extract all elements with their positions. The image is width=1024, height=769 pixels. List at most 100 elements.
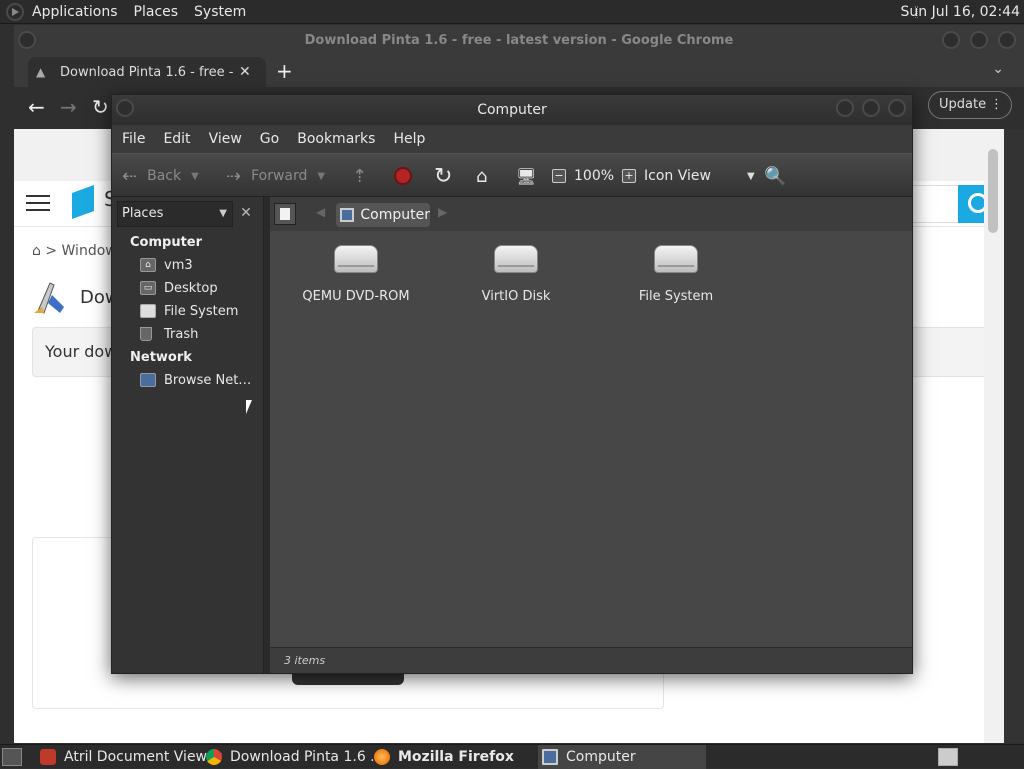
desktop-folder-icon: ▭ [140, 281, 156, 295]
forward-arrow-icon[interactable]: → [60, 95, 77, 119]
page-scrollbar[interactable] [984, 129, 1004, 743]
pinta-favicon-icon: ▲ [36, 65, 46, 79]
scrollbar-thumb[interactable] [988, 149, 998, 233]
menu-view[interactable]: View [209, 131, 242, 147]
forward-button[interactable]: ⇢ Forward ▼ [226, 154, 325, 198]
maximize-icon[interactable] [970, 31, 988, 49]
task-chrome[interactable]: Download Pinta 1.6 ... [206, 745, 384, 769]
search-button[interactable]: 🔍 [764, 154, 796, 198]
network-icon [140, 373, 156, 387]
task-atril[interactable]: Atril Document Viewer [40, 745, 221, 769]
breadcrumb[interactable]: ⌂ > Window [32, 243, 117, 259]
sidebar-type-select[interactable]: Places ▼ [117, 201, 233, 227]
path-left-arrow-icon[interactable]: ◀ [316, 205, 325, 219]
new-tab-icon[interactable]: + [276, 59, 293, 83]
sidebar-item-desktop[interactable]: ▭ Desktop [140, 278, 218, 298]
chrome-titlebar: Download Pinta 1.6 - free - latest versi… [14, 25, 1024, 57]
menu-bookmarks[interactable]: Bookmarks [297, 131, 375, 147]
view-mode-label: Icon View [644, 168, 711, 184]
back-label: Back [147, 168, 182, 184]
back-arrow-icon[interactable]: ← [28, 95, 45, 119]
drive-icon [140, 304, 156, 318]
menu-help[interactable]: Help [393, 131, 425, 147]
places-menu[interactable]: Places [134, 4, 179, 20]
menu-edit[interactable]: Edit [163, 131, 190, 147]
task-computer[interactable]: Computer [538, 745, 706, 769]
update-button[interactable]: Update ⋮ [928, 91, 1012, 119]
up-button[interactable]: ⇡ [352, 154, 377, 198]
computer-icon [340, 208, 355, 222]
task-firefox[interactable]: Mozilla Firefox [374, 745, 514, 769]
back-history-chevron-icon[interactable]: ▼ [191, 171, 199, 182]
home-button[interactable]: ⌂ [476, 154, 497, 198]
sidebar-close-icon[interactable]: ✕ [236, 203, 256, 223]
forward-arrow-icon: ⇢ [226, 165, 242, 187]
edit-location-icon[interactable] [274, 203, 296, 225]
task-label: Mozilla Firefox [398, 749, 514, 765]
file-manager-body: Places ▼ ✕ Computer ⌂ vm3 ▭ Desktop File… [112, 197, 912, 673]
sidebar-item-trash[interactable]: Trash [140, 324, 198, 344]
close-icon[interactable] [888, 99, 906, 117]
applications-menu[interactable]: Applications [32, 4, 118, 20]
chevron-down-icon: ▼ [219, 208, 227, 219]
view-mode-select[interactable]: Icon View ▼ [644, 154, 755, 198]
download-notice-text: Your dow [45, 342, 118, 361]
item-count: 3 items [284, 654, 326, 667]
system-menu[interactable]: System [194, 4, 246, 20]
sidebar-item-vm3[interactable]: ⌂ vm3 [140, 255, 193, 275]
show-desktop-icon[interactable] [2, 748, 22, 766]
window-menu-icon[interactable] [18, 31, 36, 49]
menu-file[interactable]: File [122, 131, 145, 147]
breadcrumb-text[interactable]: > Window [45, 243, 116, 259]
stop-icon [394, 167, 412, 185]
stop-button[interactable] [394, 154, 412, 198]
zoom-in-icon[interactable]: + [622, 169, 637, 183]
taskbar: Atril Document Viewer Download Pinta 1.6… [0, 744, 1024, 769]
chrome-window-title: Download Pinta 1.6 - free - latest versi… [304, 33, 734, 48]
forward-label: Forward [251, 168, 308, 184]
hamburger-menu-icon[interactable] [26, 195, 50, 211]
hard-disk-icon [654, 245, 698, 273]
back-button[interactable]: ⇠ Back ▼ [122, 154, 199, 198]
tab-search-chevron-icon[interactable]: ⌄ [992, 61, 1004, 77]
reload-button[interactable]: ↻ [434, 154, 462, 198]
window-menu-icon[interactable] [116, 99, 134, 117]
atril-icon [40, 749, 56, 765]
reload-icon[interactable]: ↻ [92, 95, 109, 119]
zoom-level: 100% [574, 168, 615, 184]
tab-close-icon[interactable]: ✕ [239, 64, 251, 80]
sidebar-type-label: Places [122, 206, 164, 221]
sidebar-header-computer: Computer [130, 235, 203, 250]
workspace-switcher[interactable] [938, 748, 958, 766]
zoom-out-icon[interactable]: − [552, 169, 566, 183]
drive-item-qemu-dvd-rom[interactable]: QEMU DVD-ROM [286, 245, 426, 304]
reload-icon: ↻ [434, 163, 453, 189]
file-manager-window: Computer File Edit View Go Bookmarks Hel… [111, 94, 913, 674]
menu-go[interactable]: Go [260, 131, 279, 147]
sidebar-item-file-system[interactable]: File System [140, 301, 238, 321]
drive-item-file-system[interactable]: File System [606, 245, 746, 304]
kebab-menu-icon[interactable]: ⋮ [990, 92, 1003, 118]
mouse-cursor-icon [246, 400, 252, 414]
path-right-arrow-icon[interactable]: ▶ [438, 205, 447, 219]
forward-history-chevron-icon[interactable]: ▼ [317, 171, 325, 182]
chrome-tabstrip: ▲ Download Pinta 1.6 - free - lat ✕ + ⌄ [14, 57, 1024, 87]
gnome-foot-icon[interactable] [6, 2, 24, 21]
chrome-tab[interactable]: ▲ Download Pinta 1.6 - free - lat ✕ [28, 57, 266, 87]
sidebar-item-label: Desktop [164, 280, 218, 296]
close-icon[interactable] [998, 31, 1016, 49]
icon-view[interactable]: QEMU DVD-ROM VirtIO Disk File System [270, 231, 912, 647]
clock[interactable]: Sun Jul 16, 02:44 [901, 4, 1021, 20]
sidebar-item-browse-network[interactable]: Browse Net… [140, 370, 251, 390]
computer-button[interactable]: 🖥 [516, 154, 546, 198]
minimize-icon[interactable] [836, 99, 854, 117]
minimize-icon[interactable] [942, 31, 960, 49]
pinta-app-icon [34, 282, 64, 314]
menubar: File Edit View Go Bookmarks Help [112, 125, 912, 153]
maximize-icon[interactable] [862, 99, 880, 117]
drive-item-virtio-disk[interactable]: VirtIO Disk [446, 245, 586, 304]
back-arrow-icon: ⇠ [122, 165, 138, 187]
task-label: Computer [566, 749, 636, 765]
path-button-computer[interactable]: Computer [336, 203, 430, 227]
search-icon: 🔍 [764, 165, 787, 187]
